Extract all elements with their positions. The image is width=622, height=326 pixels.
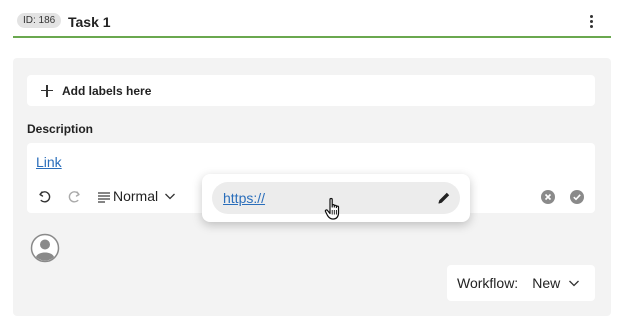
format-value: Normal <box>113 188 159 204</box>
link-url[interactable]: https:// <box>223 190 265 206</box>
undo-icon[interactable] <box>37 189 53 205</box>
format-select[interactable]: Normal <box>113 188 176 204</box>
workflow-select[interactable]: Workflow: New <box>447 265 595 301</box>
workflow-value: New <box>532 275 561 291</box>
hand-cursor-icon <box>324 197 340 220</box>
task-header: ID: 186 Task 1 <box>13 8 611 38</box>
description-link[interactable]: Link <box>36 154 62 170</box>
chevron-down-icon <box>165 193 176 200</box>
plus-icon <box>41 84 53 97</box>
chevron-down-icon <box>569 280 580 287</box>
cancel-circle-icon[interactable] <box>540 189 556 205</box>
more-vertical-icon[interactable] <box>585 11 597 31</box>
check-circle-icon[interactable] <box>569 189 585 205</box>
add-labels-text: Add labels here <box>62 83 152 98</box>
paragraph-lines-icon <box>96 189 112 205</box>
redo-icon[interactable] <box>66 189 82 205</box>
avatar-icon[interactable] <box>30 233 60 263</box>
description-label: Description <box>27 122 94 136</box>
add-labels-button[interactable]: Add labels here <box>27 75 595 106</box>
id-badge: ID: 186 <box>17 13 62 28</box>
pencil-icon[interactable] <box>436 190 452 206</box>
workflow-label: Workflow: <box>457 275 519 291</box>
task-title[interactable]: Task 1 <box>68 14 111 30</box>
